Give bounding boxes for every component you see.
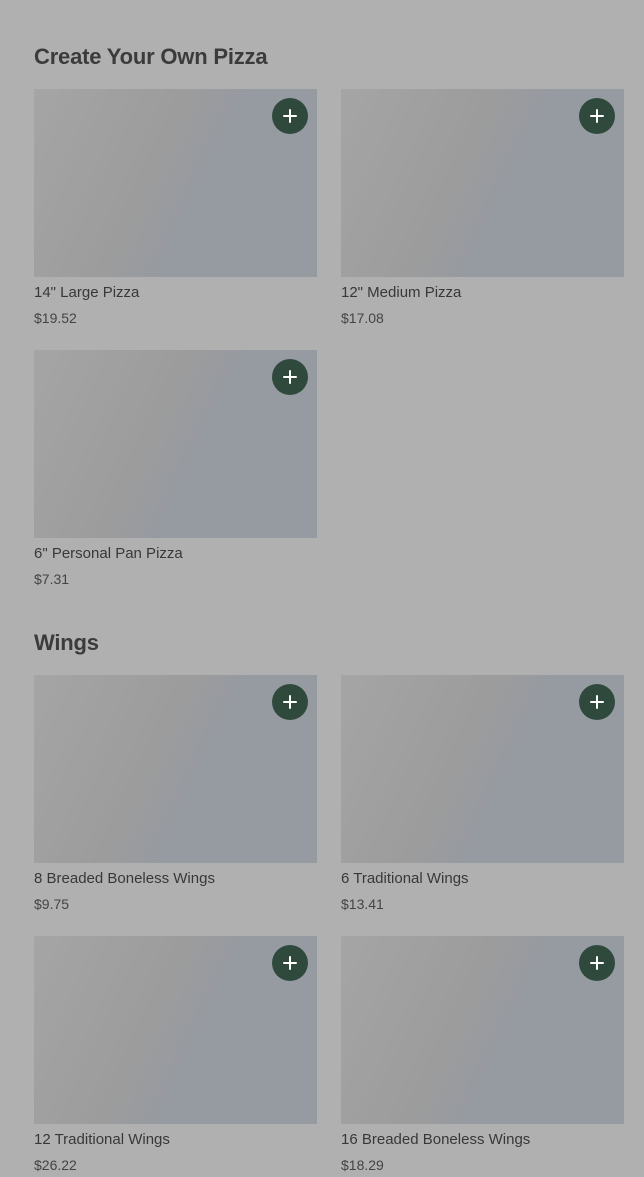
menu-item-card[interactable]: 6 Traditional Wings $13.41 — [341, 675, 624, 912]
menu-item-name[interactable]: 16 Breaded Boneless Wings — [341, 1131, 530, 1149]
menu-item-name[interactable]: 6" Personal Pan Pizza — [34, 545, 183, 563]
menu-item-name[interactable]: 6 Traditional Wings — [341, 870, 469, 888]
menu-item-image-placeholder[interactable] — [34, 350, 317, 538]
menu-item-card[interactable]: 6" Personal Pan Pizza $7.31 — [34, 350, 317, 587]
add-item-button[interactable] — [272, 684, 308, 720]
menu-item-image-placeholder[interactable] — [341, 89, 624, 277]
menu-item-name[interactable]: 14" Large Pizza — [34, 284, 139, 302]
plus-icon — [590, 695, 604, 709]
menu-item-price: $9.75 — [34, 896, 70, 912]
menu-item-price: $18.29 — [341, 1157, 384, 1173]
section-title: Create Your Own Pizza — [34, 44, 268, 69]
menu-item-image-placeholder[interactable] — [341, 675, 624, 863]
menu-item-image-placeholder[interactable] — [34, 89, 317, 277]
menu-item-card[interactable]: 8 Breaded Boneless Wings $9.75 — [34, 675, 317, 912]
plus-icon — [590, 109, 604, 123]
add-item-button[interactable] — [579, 98, 615, 134]
add-item-button[interactable] — [272, 945, 308, 981]
add-item-button[interactable] — [579, 945, 615, 981]
menu-item-card[interactable]: 14" Large Pizza $19.52 — [34, 89, 317, 326]
plus-icon — [283, 109, 297, 123]
menu-item-image-placeholder[interactable] — [34, 936, 317, 1124]
menu-item-name[interactable]: 12 Traditional Wings — [34, 1131, 170, 1149]
add-item-button[interactable] — [579, 684, 615, 720]
plus-icon — [283, 956, 297, 970]
menu-item-price: $19.52 — [34, 310, 77, 326]
menu-item-name[interactable]: 8 Breaded Boneless Wings — [34, 870, 215, 888]
menu-item-price: $7.31 — [34, 571, 70, 587]
menu-item-price: $17.08 — [341, 310, 384, 326]
add-item-button[interactable] — [272, 359, 308, 395]
menu-item-price: $13.41 — [341, 896, 384, 912]
section-title: Wings — [34, 630, 99, 655]
menu-item-name[interactable]: 12" Medium Pizza — [341, 284, 461, 302]
menu-item-card[interactable]: 12 Traditional Wings $26.22 — [34, 936, 317, 1173]
add-item-button[interactable] — [272, 98, 308, 134]
menu-item-image-placeholder[interactable] — [34, 675, 317, 863]
menu-item-image-placeholder[interactable] — [341, 936, 624, 1124]
menu-item-card[interactable]: 16 Breaded Boneless Wings $18.29 — [341, 936, 624, 1173]
menu-item-price: $26.22 — [34, 1157, 77, 1173]
plus-icon — [590, 956, 604, 970]
plus-icon — [283, 695, 297, 709]
plus-icon — [283, 370, 297, 384]
menu-item-card[interactable]: 12" Medium Pizza $17.08 — [341, 89, 624, 326]
